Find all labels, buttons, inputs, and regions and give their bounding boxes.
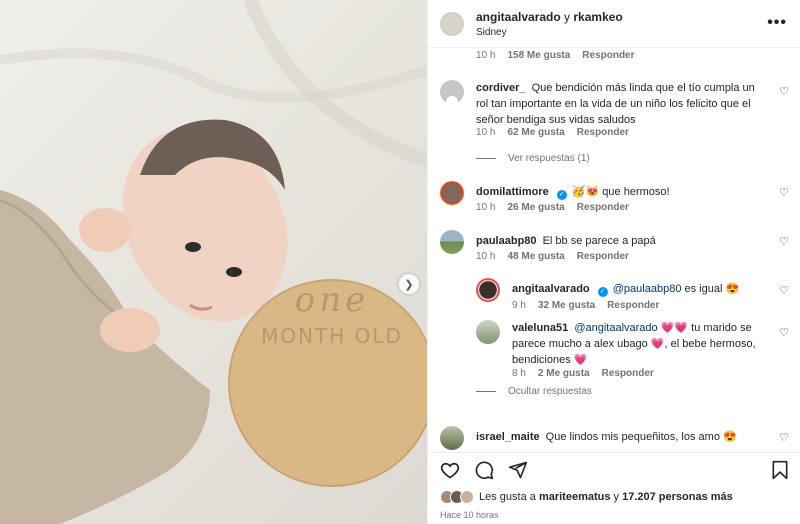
share-icon[interactable] — [508, 460, 528, 480]
heart-icon[interactable]: ♡ — [779, 326, 789, 339]
likes-prefix: Les gusta a — [479, 491, 536, 503]
reply-likes[interactable]: 2 Me gusta — [538, 368, 590, 379]
verified-badge-icon: ✓ — [597, 287, 608, 297]
view-replies-button[interactable]: Ver respuestas (1) — [476, 153, 590, 164]
comment-text: El bb se parece a papá — [542, 235, 656, 247]
chevron-right-icon: ❯ — [404, 278, 414, 291]
reply-mention[interactable]: @angitaalvarado — [574, 322, 657, 334]
hide-replies-button[interactable]: Ocultar respuestas — [476, 386, 592, 397]
comments-panel: angitaalvarado y rkamkeo Sidney ••• 10 h… — [427, 0, 800, 524]
author-connector: y — [564, 9, 571, 24]
reply-item: valeluna51 @angitaalvarado 💗💗 tu marido … — [476, 320, 766, 368]
liker-link[interactable]: mariteematus — [539, 491, 611, 503]
comment-username[interactable]: cordiver_ — [476, 82, 526, 94]
reply-button[interactable]: Responder — [607, 300, 659, 311]
comment-username[interactable]: paulaabp80 — [476, 235, 537, 247]
next-photo-button[interactable]: ❯ — [399, 274, 419, 294]
heart-icon[interactable]: ♡ — [779, 235, 789, 248]
bookmark-icon[interactable] — [771, 460, 789, 480]
comment-likes[interactable]: 158 Me gusta — [507, 50, 570, 61]
reply-text: es igual 😍 — [684, 283, 740, 295]
reply-time: 9 h — [512, 300, 526, 311]
heart-icon[interactable]: ♡ — [779, 186, 789, 199]
comment-text: 🥳😻 que hermoso! — [571, 186, 670, 198]
likes-mid: y — [613, 491, 620, 503]
reply-username[interactable]: valeluna51 — [512, 322, 568, 334]
action-bar — [440, 460, 528, 480]
verified-badge-icon: ✓ — [556, 190, 567, 200]
comment-item: cordiver_ Que bendición más linda que el… — [440, 80, 770, 128]
avatar[interactable] — [476, 320, 500, 344]
reply-meta: 8 h 2 Me gusta Responder — [512, 368, 654, 379]
comment-likes[interactable]: 48 Me gusta — [507, 251, 564, 262]
reply-item: angitaalvarado ✓ @paulaabp80 es igual 😍 — [476, 278, 766, 302]
comment-likes[interactable]: 62 Me gusta — [507, 127, 564, 138]
reply-button[interactable]: Responder — [577, 127, 629, 138]
view-replies-label: Ver respuestas (1) — [508, 153, 590, 164]
avatar[interactable] — [476, 278, 500, 302]
baby-photo-illustration — [0, 0, 427, 524]
comments-list[interactable]: 10 h 158 Me gusta Responder cordiver_ Qu… — [428, 48, 800, 452]
heart-icon[interactable] — [440, 460, 460, 480]
reply-likes[interactable]: 32 Me gusta — [538, 300, 595, 311]
avatar[interactable] — [440, 181, 464, 205]
avatar — [460, 490, 474, 504]
avatar[interactable] — [440, 80, 464, 104]
comment-time: 10 h — [476, 251, 496, 262]
reply-meta: 9 h 32 Me gusta Responder — [512, 300, 659, 311]
heart-icon[interactable]: ♡ — [779, 284, 789, 297]
reply-button[interactable]: Responder — [582, 50, 634, 61]
comment-username[interactable]: domilattimore — [476, 186, 549, 198]
comment-meta: 10 h 48 Me gusta Responder — [476, 251, 629, 262]
post-authors: angitaalvarado y rkamkeo — [476, 10, 623, 24]
heart-icon[interactable]: ♡ — [779, 85, 789, 98]
comment-meta: 10 h 158 Me gusta Responder — [476, 50, 635, 61]
comment-meta: 10 h 62 Me gusta Responder — [476, 127, 629, 138]
comment-time: 10 h — [476, 50, 496, 61]
avatar[interactable] — [440, 426, 464, 450]
likes-count-link[interactable]: 17.207 personas más — [622, 491, 733, 503]
reply-button[interactable]: Responder — [577, 202, 629, 213]
comment-item: israel_maite Que lindos mis pequeñitos, … — [440, 426, 770, 450]
save-button[interactable] — [771, 460, 789, 480]
post-photo[interactable]: one MONTH OLD ❯ — [0, 0, 427, 524]
reply-username[interactable]: angitaalvarado — [512, 283, 590, 295]
comment-time: 10 h — [476, 127, 496, 138]
coauthor-link[interactable]: rkamkeo — [573, 10, 622, 24]
comment-meta: 10 h 26 Me gusta Responder — [476, 202, 629, 213]
comment-time: 10 h — [476, 202, 496, 213]
reply-button[interactable]: Responder — [577, 251, 629, 262]
comment-username[interactable]: israel_maite — [476, 431, 540, 443]
author-link[interactable]: angitaalvarado — [476, 10, 561, 24]
reply-button[interactable]: Responder — [602, 368, 654, 379]
location-link[interactable]: Sidney — [476, 27, 623, 38]
post-header: angitaalvarado y rkamkeo Sidney ••• — [428, 0, 800, 48]
comment-likes[interactable]: 26 Me gusta — [507, 202, 564, 213]
comment-text: Que lindos mis pequeñitos, los amo 😍 — [545, 431, 737, 443]
reply-mention[interactable]: @paulaabp80 — [613, 283, 682, 295]
comment-icon[interactable] — [474, 460, 494, 480]
avatar[interactable] — [440, 11, 464, 36]
post-time[interactable]: Hace 10 horas — [440, 510, 499, 520]
reply-time: 8 h — [512, 368, 526, 379]
more-horizontal-icon[interactable]: ••• — [767, 14, 787, 32]
likes-summary: Les gusta a mariteematus y 17.207 person… — [440, 490, 733, 504]
heart-icon[interactable]: ♡ — [779, 431, 789, 444]
post-modal: one MONTH OLD ❯ angitaalvarado y rkamkeo… — [0, 0, 800, 524]
hide-replies-label: Ocultar respuestas — [508, 386, 592, 397]
avatar[interactable] — [440, 230, 464, 254]
post-footer: Les gusta a mariteematus y 17.207 person… — [428, 452, 800, 524]
